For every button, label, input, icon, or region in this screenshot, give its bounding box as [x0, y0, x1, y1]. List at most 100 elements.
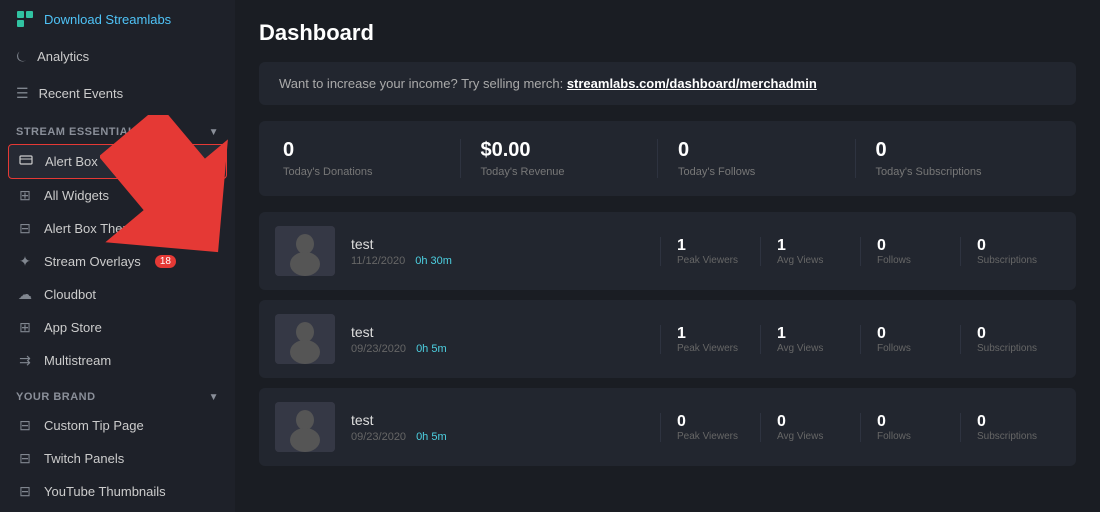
sidebar-item-alert-box-themes[interactable]: ⊟ Alert Box Themes [0, 212, 235, 245]
stat-subscriptions: 0 Today's Subscriptions [856, 139, 1053, 178]
stream-name: test [351, 236, 644, 252]
stream-follows-value: 0 [877, 237, 886, 255]
stream-stat-avg-views: 1 Avg Views [760, 237, 860, 266]
sidebar-item-all-widgets[interactable]: ⊞ All Widgets [0, 179, 235, 212]
stream-stat-follows: 0 Follows [860, 237, 960, 266]
donations-label: Today's Donations [283, 166, 440, 178]
stream-duration: 0h 5m [416, 343, 447, 355]
stream-thumbnail [275, 402, 335, 452]
avg-views-label: Avg Views [777, 343, 823, 354]
sidebar-item-custom-tip-page[interactable]: ⊟ Custom Tip Page [0, 409, 235, 442]
stream-info: test 09/23/2020 0h 5m [351, 412, 644, 443]
multistream-label: Multistream [44, 353, 111, 368]
page-title: Dashboard [259, 20, 1076, 46]
all-widgets-label: All Widgets [44, 188, 109, 203]
promo-link[interactable]: streamlabs.com/dashboard/merchadmin [567, 76, 817, 91]
sidebar-item-analytics[interactable]: ⏾ Analytics [0, 38, 235, 75]
widgets-icon: ⊞ [16, 187, 34, 204]
stream-stat-peak-viewers: 1 Peak Viewers [660, 237, 760, 266]
custom-tip-icon: ⊟ [16, 417, 34, 434]
stream-subscriptions-value: 0 [977, 325, 986, 343]
peak-viewers-label: Peak Viewers [677, 255, 738, 266]
revenue-label: Today's Revenue [481, 166, 638, 178]
alert-box-icon [17, 153, 35, 170]
list-icon: ☰ [16, 85, 29, 102]
stream-subscriptions-value: 0 [977, 237, 986, 255]
promo-text: Want to increase your income? Try sellin… [279, 76, 563, 91]
stream-row: test 09/23/2020 0h 5m 0 Peak Viewers 0 A… [259, 388, 1076, 466]
avg-views-label: Avg Views [777, 431, 823, 442]
app-store-icon: ⊞ [16, 319, 34, 336]
sidebar-item-multistream[interactable]: ⇉ Multistream [0, 344, 235, 377]
stream-date: 09/23/2020 [351, 343, 406, 355]
stream-date: 09/23/2020 [351, 431, 406, 443]
analytics-label: Analytics [37, 49, 89, 64]
stream-row: test 09/23/2020 0h 5m 1 Peak Viewers 1 A… [259, 300, 1076, 378]
stream-subscriptions-label: Subscriptions [977, 255, 1037, 266]
stream-stat-follows: 0 Follows [860, 413, 960, 442]
stream-thumbnail [275, 226, 335, 276]
stream-date: 11/12/2020 [351, 255, 405, 267]
sidebar-item-download[interactable]: Download Streamlabs [0, 0, 235, 38]
stream-overlays-badge: 18 [155, 255, 176, 268]
stream-thumbnail [275, 314, 335, 364]
sidebar-item-alert-box[interactable]: Alert Box [8, 144, 227, 179]
your-brand-label: Your Brand [16, 391, 96, 403]
twitch-panels-label: Twitch Panels [44, 451, 124, 466]
sidebar-item-twitch-panels[interactable]: ⊟ Twitch Panels [0, 442, 235, 475]
subscriptions-label: Today's Subscriptions [876, 166, 1033, 178]
stream-stat-peak-viewers: 0 Peak Viewers [660, 413, 760, 442]
stream-rows: test 11/12/2020 0h 30m 1 Peak Viewers 1 … [259, 212, 1076, 466]
custom-tip-page-label: Custom Tip Page [44, 418, 144, 433]
youtube-thumbnails-label: YouTube Thumbnails [44, 484, 166, 499]
stream-info: test 11/12/2020 0h 30m [351, 236, 644, 267]
stream-meta: 11/12/2020 0h 30m [351, 255, 644, 267]
stream-row: test 11/12/2020 0h 30m 1 Peak Viewers 1 … [259, 212, 1076, 290]
stream-essentials-header[interactable]: Stream Essentials ▼ [0, 112, 235, 144]
multistream-icon: ⇉ [16, 352, 34, 369]
stream-follows-label: Follows [877, 343, 911, 354]
stream-subscriptions-value: 0 [977, 413, 986, 431]
stream-stats: 0 Peak Viewers 0 Avg Views 0 Follows 0 S… [660, 413, 1060, 442]
stream-duration: 0h 30m [415, 255, 452, 267]
your-brand-header[interactable]: Your Brand ▼ [0, 377, 235, 409]
sidebar-item-stream-overlays[interactable]: ✦ Stream Overlays 18 [0, 245, 235, 278]
stat-follows: 0 Today's Follows [658, 139, 856, 178]
sidebar-item-recent-events[interactable]: ☰ Recent Events [0, 75, 235, 112]
stream-essentials-label: Stream Essentials [16, 126, 143, 138]
stream-stat-avg-views: 0 Avg Views [760, 413, 860, 442]
stream-stat-subscriptions: 0 Subscriptions [960, 325, 1060, 354]
avg-views-value: 1 [777, 237, 786, 255]
sidebar-item-youtube-thumbnails[interactable]: ⊟ YouTube Thumbnails [0, 475, 235, 508]
subscriptions-value: 0 [876, 139, 1033, 162]
stream-follows-value: 0 [877, 325, 886, 343]
stream-meta: 09/23/2020 0h 5m [351, 343, 644, 355]
stream-meta: 09/23/2020 0h 5m [351, 431, 644, 443]
stream-stat-follows: 0 Follows [860, 325, 960, 354]
analytics-icon: ⏾ [16, 48, 27, 65]
sidebar: Download Streamlabs ⏾ Analytics ☰ Recent… [0, 0, 235, 512]
stream-subscriptions-label: Subscriptions [977, 431, 1037, 442]
alert-box-label: Alert Box [45, 154, 98, 169]
sidebar-item-logo-maker[interactable]: ✿ Logo Maker [0, 508, 235, 512]
alert-box-themes-label: Alert Box Themes [44, 221, 147, 236]
themes-icon: ⊟ [16, 220, 34, 237]
sidebar-item-app-store[interactable]: ⊞ App Store [0, 311, 235, 344]
stream-stat-subscriptions: 0 Subscriptions [960, 237, 1060, 266]
main-content: Dashboard Want to increase your income? … [235, 0, 1100, 512]
peak-viewers-value: 1 [677, 325, 686, 343]
stat-donations: 0 Today's Donations [283, 139, 461, 178]
recent-events-label: Recent Events [39, 86, 124, 101]
stream-stat-peak-viewers: 1 Peak Viewers [660, 325, 760, 354]
follows-value: 0 [678, 139, 835, 162]
stream-name: test [351, 412, 644, 428]
peak-viewers-value: 1 [677, 237, 686, 255]
cloudbot-icon: ☁ [16, 286, 34, 303]
sidebar-item-cloudbot[interactable]: ☁ Cloudbot [0, 278, 235, 311]
app-store-label: App Store [44, 320, 102, 335]
revenue-value: $0.00 [481, 139, 638, 162]
stream-overlays-label: Stream Overlays [44, 254, 141, 269]
download-label: Download Streamlabs [44, 12, 171, 27]
stream-duration: 0h 5m [416, 431, 447, 443]
stream-name: test [351, 324, 644, 340]
